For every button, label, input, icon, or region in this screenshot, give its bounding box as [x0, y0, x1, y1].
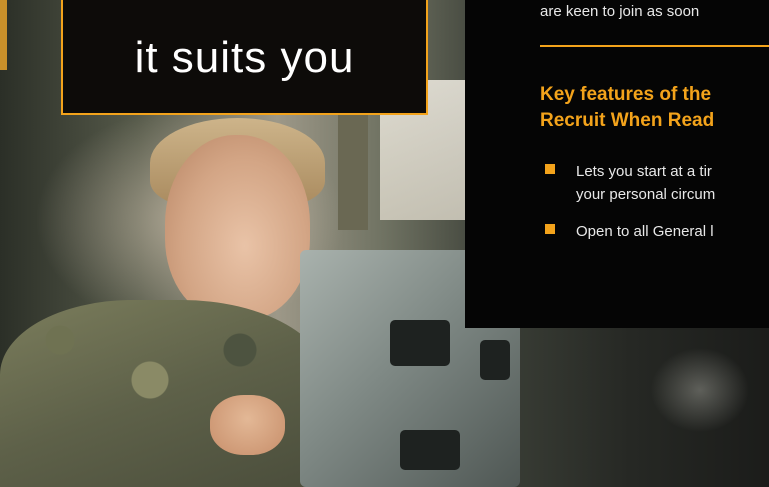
soldier-uniform: [0, 300, 330, 487]
divider: [540, 45, 769, 47]
features-heading-line2: Recruit When Read: [540, 110, 715, 131]
corner-accent: [0, 0, 7, 70]
features-heading: Key features of the Recruit When Read: [540, 82, 714, 134]
soldier-hand: [210, 395, 285, 455]
features-heading-line1: Key features of the: [540, 84, 712, 105]
feature-list: Lets you start at a tir your personal ci…: [545, 160, 715, 257]
feature-text: Open to all General l: [576, 223, 714, 240]
cabin-frame: [338, 110, 368, 230]
list-item: Lets you start at a tir your personal ci…: [545, 160, 715, 206]
intro-text: are keen to join as soon: [540, 3, 700, 20]
headline-text: it suits you: [134, 32, 355, 82]
feature-text: Lets you start at a tir: [576, 163, 712, 180]
bullet-square-icon: [545, 224, 555, 234]
headline-box: it suits you: [61, 0, 428, 115]
bullet-square-icon: [545, 164, 555, 174]
info-panel: are keen to join as soon Key features of…: [465, 0, 769, 328]
feature-text: your personal circum: [576, 186, 716, 203]
soldier-face: [165, 135, 310, 320]
list-item: Open to all General l: [545, 220, 715, 243]
